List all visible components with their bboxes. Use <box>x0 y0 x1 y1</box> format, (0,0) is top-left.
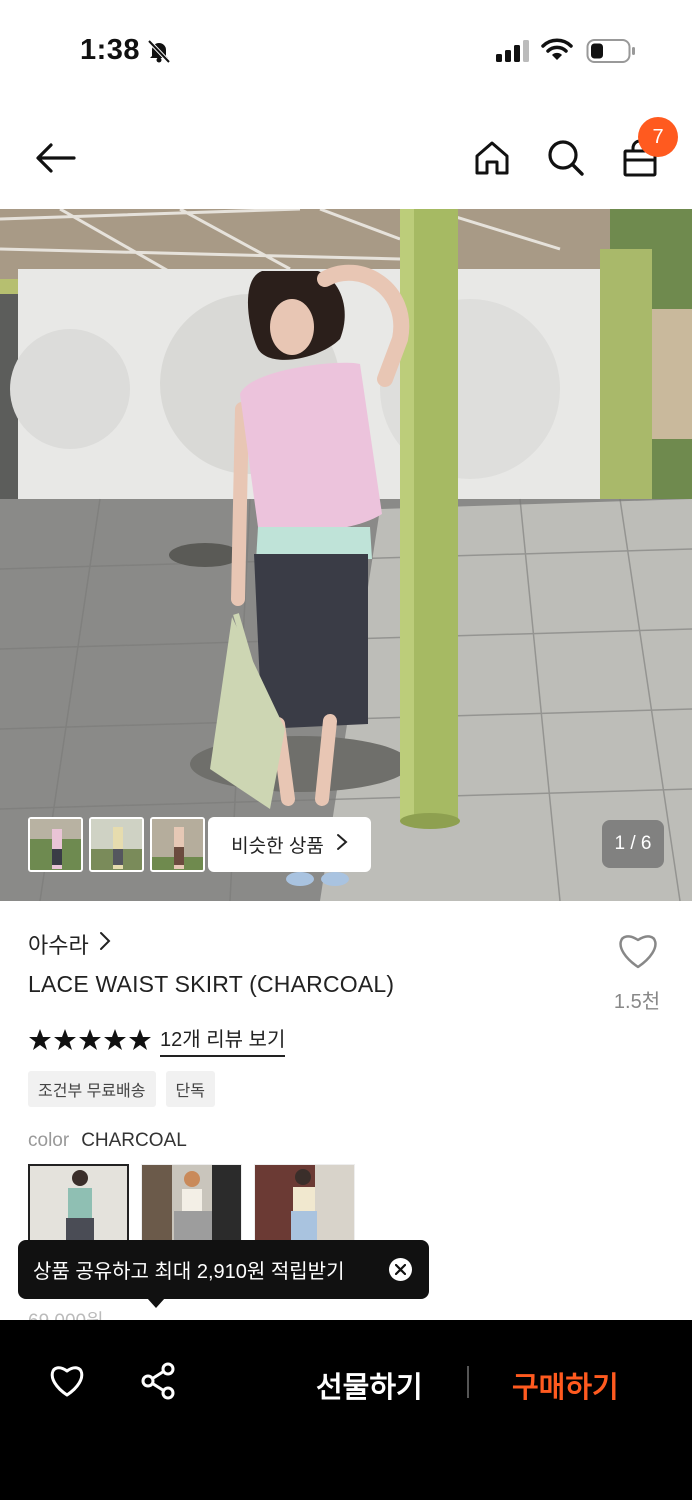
bottom-action-bar: 선물하기 구매하기 <box>0 1320 692 1500</box>
price-text: 69,000원 <box>28 1306 104 1320</box>
rating-row: 12개 리뷰 보기 <box>28 1023 286 1057</box>
like-count: 1.5천 <box>613 991 661 1013</box>
star-icon <box>29 1029 51 1050</box>
battery-icon <box>586 38 636 69</box>
rating-stars <box>28 1028 152 1052</box>
reviews-link[interactable]: 12개 리뷰 보기 <box>160 1023 286 1057</box>
tooltip-pointer <box>147 1298 165 1308</box>
like-button[interactable] <box>608 930 668 975</box>
heart-icon[interactable] <box>48 1362 86 1403</box>
product-title: LACE WAIST SKIRT (CHARCOAL) <box>28 971 395 997</box>
status-bar: 1:38 <box>0 0 692 100</box>
heart-outline-icon <box>616 935 660 974</box>
color-swatch-charcoal[interactable] <box>28 1164 129 1244</box>
top-nav <box>0 110 692 206</box>
thumbnail-1[interactable] <box>28 817 83 872</box>
cellular-signal-icon <box>496 40 532 67</box>
brand-name: 아수라 <box>28 933 89 958</box>
image-thumbnails <box>28 817 205 872</box>
selected-color: CHARCOAL <box>81 1130 187 1151</box>
back-arrow-icon[interactable] <box>32 134 80 182</box>
color-swatches <box>28 1164 355 1244</box>
chevron-right-icon <box>336 833 348 857</box>
brand-link[interactable]: 아수라 <box>28 928 111 960</box>
buy-button[interactable]: 구매하기 <box>512 1364 619 1406</box>
image-pager: 1 / 6 <box>602 820 664 868</box>
wifi-icon <box>541 38 573 67</box>
color-option-row: color CHARCOAL <box>28 1130 187 1152</box>
star-icon <box>54 1029 76 1050</box>
color-swatch-blue[interactable] <box>254 1164 355 1244</box>
tag-free-shipping: 조건부 무료배송 <box>28 1071 156 1107</box>
share-reward-tooltip: 상품 공유하고 최대 2,910원 적립받기 <box>18 1240 429 1299</box>
star-icon <box>79 1029 101 1050</box>
similar-products-button[interactable]: 비슷한 상품 <box>208 817 371 872</box>
status-time: 1:38 <box>80 34 141 66</box>
star-icon <box>104 1029 126 1050</box>
thumbnail-2[interactable] <box>89 817 144 872</box>
gift-button[interactable]: 선물하기 <box>316 1364 423 1406</box>
close-icon[interactable] <box>389 1258 412 1281</box>
color-label: color <box>28 1130 70 1151</box>
tooltip-text: 상품 공유하고 최대 2,910원 적립받기 <box>33 1261 345 1283</box>
similar-products-label: 비슷한 상품 <box>231 836 324 857</box>
product-tags: 조건부 무료배송 단독 <box>28 1071 215 1107</box>
color-swatch-gray[interactable] <box>141 1164 242 1244</box>
divider <box>467 1366 469 1398</box>
chevron-right-icon <box>99 931 111 957</box>
cart-count-badge: 7 <box>638 117 678 157</box>
tag-exclusive: 단독 <box>165 1071 215 1107</box>
home-icon[interactable] <box>468 134 516 182</box>
share-icon[interactable] <box>140 1362 176 1405</box>
bell-muted-icon <box>146 38 172 69</box>
thumbnail-3[interactable] <box>150 817 205 872</box>
search-icon[interactable] <box>542 134 590 182</box>
product-main-image[interactable] <box>0 209 692 901</box>
star-icon <box>129 1029 151 1050</box>
